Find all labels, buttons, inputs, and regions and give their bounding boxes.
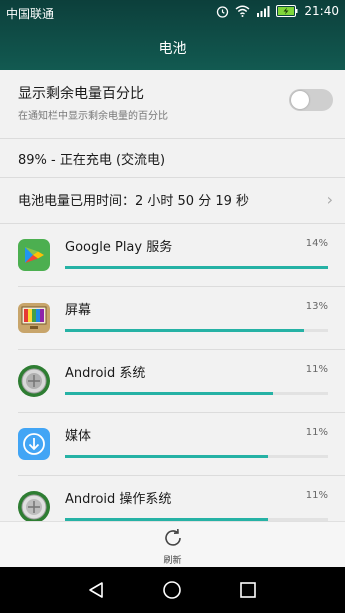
media-icon [18, 428, 50, 460]
app-usage-row[interactable]: Android 操作系统 11% [0, 476, 345, 521]
screen-icon [18, 303, 50, 333]
page-title: 电池 [158, 41, 187, 57]
app-percent: 11% [305, 490, 328, 501]
battery-settings-list: 显示剩余电量百分比 在通知栏中显示剩余电量的百分比 89% - 正在充电 (交流… [0, 70, 345, 521]
app-usage-row[interactable]: 媒体 11% [0, 413, 345, 475]
charge-status-row: 89% - 正在充电 (交流电) [0, 139, 345, 177]
chevron-right-icon: › [326, 190, 333, 209]
refresh-label: 刷新 [163, 556, 182, 566]
toggle-knob [291, 91, 309, 109]
app-name: Android 操作系统 [65, 492, 172, 507]
app-usage-row[interactable]: 屏幕 13% [0, 287, 345, 349]
usage-bar-fill [65, 329, 305, 332]
recents-button-icon[interactable] [236, 578, 260, 602]
battery-charging-icon [276, 5, 298, 17]
usage-time-text: 电池电量已用时间：2 小时 50 分 19 秒 [18, 194, 250, 209]
app-percent: 14% [305, 238, 328, 249]
percent-toggle-row[interactable]: 显示剩余电量百分比 在通知栏中显示剩余电量的百分比 [0, 70, 345, 138]
percent-toggle-title: 显示剩余电量百分比 [18, 86, 144, 102]
usage-bar-fill [65, 266, 328, 269]
usage-time-row[interactable]: 电池电量已用时间：2 小时 50 分 19 秒 › [0, 178, 345, 223]
percent-toggle-subtitle: 在通知栏中显示剩余电量的百分比 [18, 111, 168, 122]
usage-bar-track [65, 329, 328, 332]
navigation-bar [0, 567, 345, 613]
refresh-action[interactable]: 刷新 [0, 521, 345, 568]
google-play-services-icon [18, 239, 50, 271]
app-name: Android 系统 [65, 366, 146, 381]
usage-bar-fill [65, 455, 268, 458]
android-os-icon [18, 491, 50, 521]
app-usage-row[interactable]: Google Play 服务 14% [0, 224, 345, 286]
usage-bar-fill [65, 392, 273, 395]
carrier-name: 中国联通 [6, 7, 55, 21]
usage-bar-track [65, 266, 328, 269]
clock-time: 21:40 [304, 4, 339, 18]
charge-status-text: 89% - 正在充电 (交流电) [18, 153, 166, 168]
refresh-icon[interactable] [162, 527, 184, 549]
app-name: Google Play 服务 [65, 240, 173, 255]
wifi-icon [235, 5, 250, 17]
signal-icon [257, 6, 270, 17]
app-percent: 11% [305, 364, 328, 375]
percent-toggle-switch[interactable] [289, 89, 333, 111]
back-button-icon[interactable] [84, 578, 108, 602]
app-percent: 11% [305, 427, 328, 438]
status-bar: 中国联通 21:40 [0, 0, 345, 24]
status-icons: 21:40 [216, 4, 339, 18]
usage-bar-track [65, 392, 328, 395]
app-usage-row[interactable]: Android 系统 11% [0, 350, 345, 412]
home-button-icon[interactable] [160, 578, 184, 602]
app-name: 屏幕 [65, 303, 92, 318]
app-percent: 13% [305, 301, 328, 312]
alarm-icon [217, 5, 229, 18]
app-name: 媒体 [65, 429, 92, 444]
android-system-icon [18, 365, 50, 397]
app-header: 中国联通 21:40 电池 [0, 0, 345, 70]
usage-bar-track [65, 455, 328, 458]
